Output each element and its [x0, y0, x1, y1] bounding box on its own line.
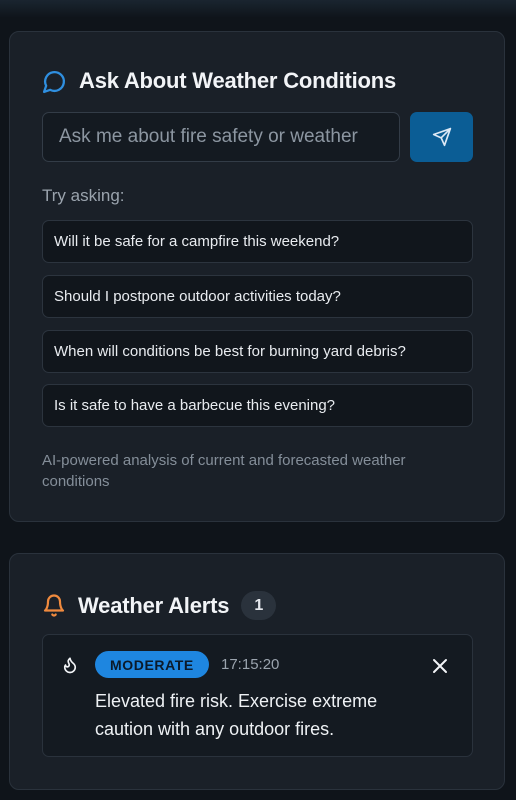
question-input-row: [42, 112, 474, 162]
ask-weather-card: Ask About Weather Conditions Try asking:…: [9, 31, 505, 522]
dismiss-alert-button[interactable]: [428, 654, 452, 678]
alert-count-badge: 1: [241, 591, 277, 620]
close-icon: [432, 658, 448, 674]
suggestion-barbecue[interactable]: Is it safe to have a barbecue this eveni…: [42, 384, 473, 427]
ask-card-header: Ask About Weather Conditions: [42, 68, 396, 94]
suggestion-burning-debris[interactable]: When will conditions be best for burning…: [42, 330, 473, 373]
ask-card-title: Ask About Weather Conditions: [79, 68, 397, 93]
chat-bubble-icon: [42, 69, 67, 94]
severity-badge: MODERATE: [95, 651, 209, 678]
flame-icon: [61, 655, 79, 675]
send-button[interactable]: [410, 112, 473, 162]
send-icon: [432, 127, 452, 147]
suggestion-campfire[interactable]: Will it be safe for a campfire this week…: [42, 220, 473, 263]
weather-alerts-card: Weather Alerts 1 MODERATE 17:15:20 Eleva…: [9, 553, 505, 790]
suggestion-postpone[interactable]: Should I postpone outdoor activities tod…: [42, 275, 473, 318]
ai-footnote: AI-powered analysis of current and forec…: [42, 452, 406, 490]
alert-timestamp: 17:15:20: [221, 656, 280, 673]
bell-icon: [42, 593, 66, 618]
alert-message: Elevated fire risk. Exercise extreme cau…: [95, 691, 378, 739]
alert-item: MODERATE 17:15:20 Elevated fire risk. Ex…: [42, 634, 473, 757]
question-input[interactable]: [42, 112, 400, 162]
try-asking-label: Try asking:: [42, 186, 125, 205]
top-gradient: [0, 0, 516, 18]
alerts-card-title: Weather Alerts: [78, 592, 230, 618]
alerts-card-header: Weather Alerts 1: [42, 591, 277, 620]
